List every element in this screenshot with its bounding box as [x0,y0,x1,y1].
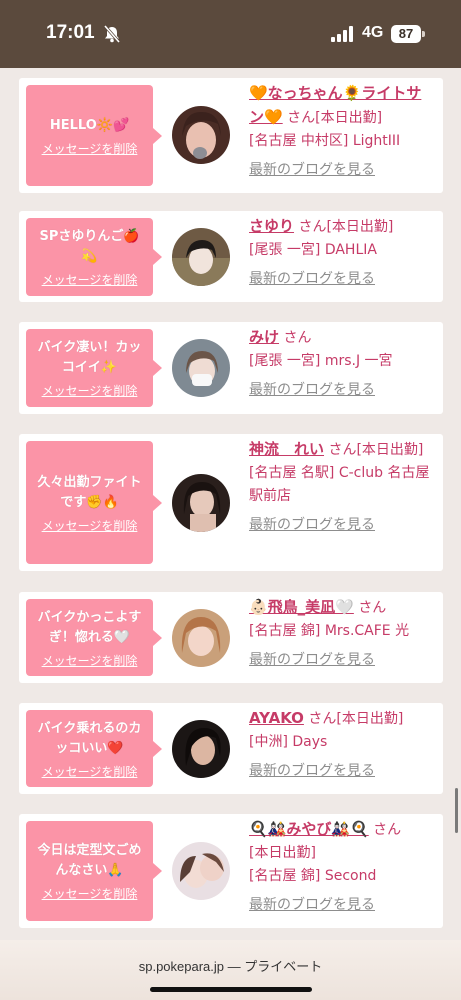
battery-icon: 87 [391,25,421,43]
girl-info: AYAKO さん[本日出勤] [中洲] Days 最新のブログを見る [249,707,434,783]
girl-name-link[interactable]: 神流 れい [249,440,324,458]
message-text: バイク乗れるのカッコいい❤️ [37,720,142,756]
latest-blog-link[interactable]: 最新のブログを見る [249,268,434,291]
delete-message-link[interactable]: メッセージを削除 [42,765,138,779]
message-card: 今日は定型文ごめんなさい🙏 メッセージを削除 🍳🎎みやび🎎🍳 さん [本日出勤]… [19,814,443,928]
girl-name-link[interactable]: AYAKO [249,709,304,727]
girl-status: さん [358,600,387,616]
home-indicator[interactable] [150,987,312,992]
girl-name-link[interactable]: 🍳🎎みやび🎎🍳 [249,820,369,838]
latest-blog-link[interactable]: 最新のブログを見る [249,379,434,402]
url-domain: sp.pokepara.jp [138,959,225,974]
shop-label: [尾張 一宮] DAHLIA [249,242,377,258]
girl-status: さん [373,822,402,838]
girl-name-link[interactable]: 👶🏻飛鳥_美凪🤍 [249,598,354,616]
girl-status: さん[本日出勤] [328,442,424,458]
private-mode-label: — プライベート [227,959,323,974]
message-bubble: バイクかっこよすぎ！惚れる🤍 メッセージを削除 [26,599,162,676]
delete-message-link[interactable]: メッセージを削除 [42,887,138,901]
battery-cap [422,31,425,37]
signal-icon [331,26,353,42]
work-status: [本日出勤] [249,845,316,861]
message-card: バイク凄い！カッコイイ✨ メッセージを削除 みけ さん [尾張 一宮] mrs.… [19,322,443,414]
girl-info: さゆり さん[本日出勤] [尾張 一宮] DAHLIA 最新のブログを見る [249,215,434,291]
message-bubble: SPさゆりんご🍎💫 メッセージを削除 [26,218,162,296]
message-text: HELLO🔆💕 [49,117,130,133]
message-bubble: バイク乗れるのカッコいい❤️ メッセージを削除 [26,710,162,787]
message-card: 久々出勤ファイトです✊🔥 メッセージを削除 神流 れい さん[本日出勤] [名古… [19,434,443,571]
delete-message-link[interactable]: メッセージを削除 [42,273,138,287]
message-card: HELLO🔆💕 メッセージを削除 🧡なっちゃん🌻ライトサン🧡 さん[本日出勤] … [19,78,443,193]
message-bubble: 今日は定型文ごめんなさい🙏 メッセージを削除 [26,821,162,921]
message-bubble: 久々出勤ファイトです✊🔥 メッセージを削除 [26,441,162,564]
message-list[interactable]: HELLO🔆💕 メッセージを削除 🧡なっちゃん🌻ライトサン🧡 さん[本日出勤] … [0,68,461,940]
girl-status: さん[本日出勤] [298,219,394,235]
message-card: バイク乗れるのカッコいい❤️ メッセージを削除 AYAKO さん[本日出勤] [… [19,703,443,794]
delete-message-link[interactable]: メッセージを削除 [42,519,138,533]
message-bubble: バイク凄い！カッコイイ✨ メッセージを削除 [26,329,162,407]
url-text[interactable]: sp.pokepara.jp — プライベート [0,956,461,975]
girl-avatar[interactable] [172,609,230,667]
latest-blog-link[interactable]: 最新のブログを見る [249,760,434,783]
shop-label: [中洲] Days [249,734,328,750]
girl-info: みけ さん [尾張 一宮] mrs.J 一宮 最新のブログを見る [249,326,434,402]
delete-message-link[interactable]: メッセージを削除 [42,142,138,156]
bell-slash-icon [103,25,121,43]
latest-blog-link[interactable]: 最新のブログを見る [249,894,434,917]
girl-avatar[interactable] [172,474,230,532]
status-time: 17:01 [46,22,95,43]
shop-label: [名古屋 錦] Mrs.CAFE 光 [249,623,410,639]
latest-blog-link[interactable]: 最新のブログを見る [249,649,434,672]
message-card: SPさゆりんご🍎💫 メッセージを削除 さゆり さん[本日出勤] [尾張 一宮] … [19,211,443,302]
girl-avatar[interactable] [172,228,230,286]
girl-avatar[interactable] [172,842,230,900]
girl-status: さん [283,330,312,346]
status-bar: 17:01 4G 87 [0,0,461,68]
shop-label: [名古屋 中村区] LightIII [249,133,401,149]
delete-message-link[interactable]: メッセージを削除 [42,384,138,398]
girl-info: 👶🏻飛鳥_美凪🤍 さん [名古屋 錦] Mrs.CAFE 光 最新のブログを見る [249,596,434,672]
message-text: 久々出勤ファイトです✊🔥 [37,474,142,510]
shop-label: [名古屋 名駅] C-club 名古屋駅前店 [249,465,430,504]
scrollbar[interactable] [455,788,458,833]
girl-avatar[interactable] [172,339,230,397]
message-text: 今日は定型文ごめんなさい🙏 [37,843,142,878]
message-text: SPさゆりんご🍎💫 [39,229,140,264]
latest-blog-link[interactable]: 最新のブログを見る [249,514,434,537]
girl-status: さん[本日出勤] [287,110,383,126]
latest-blog-link[interactable]: 最新のブログを見る [249,159,434,182]
girl-name-link[interactable]: みけ [249,328,279,346]
message-text: バイク凄い！カッコイイ✨ [37,340,142,375]
girl-info: 🧡なっちゃん🌻ライトサン🧡 さん[本日出勤] [名古屋 中村区] LightII… [249,82,434,182]
shop-label: [名古屋 錦] Second [249,868,377,884]
girl-avatar[interactable] [172,720,230,778]
delete-message-link[interactable]: メッセージを削除 [42,654,138,668]
message-card: バイクかっこよすぎ！惚れる🤍 メッセージを削除 👶🏻飛鳥_美凪🤍 さん [名古屋… [19,592,443,683]
girl-status: さん[本日出勤] [308,711,404,727]
network-label: 4G [362,24,384,41]
girl-info: 神流 れい さん[本日出勤] [名古屋 名駅] C-club 名古屋駅前店 最新… [249,438,434,537]
girl-name-link[interactable]: さゆり [249,217,294,235]
message-bubble: HELLO🔆💕 メッセージを削除 [26,85,162,186]
girl-info: 🍳🎎みやび🎎🍳 さん [本日出勤] [名古屋 錦] Second 最新のブログを… [249,818,434,917]
girl-avatar[interactable] [172,106,230,164]
shop-label: [尾張 一宮] mrs.J 一宮 [249,353,393,369]
message-text: バイクかっこよすぎ！惚れる🤍 [37,609,142,645]
